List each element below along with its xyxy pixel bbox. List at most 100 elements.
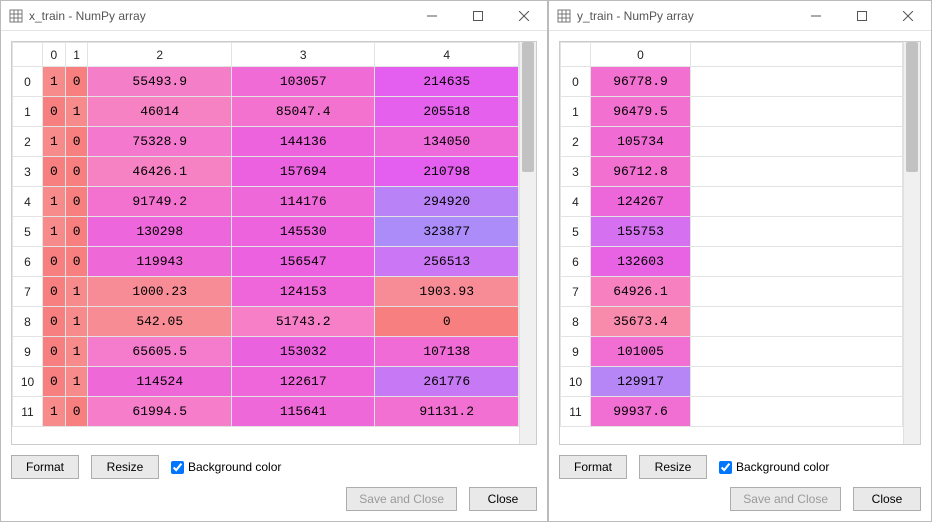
data-cell[interactable]: 323877	[375, 217, 519, 247]
row-header[interactable]: 1	[561, 97, 591, 127]
data-cell[interactable]: 96479.5	[591, 97, 691, 127]
data-cell[interactable]: 1903.93	[375, 277, 519, 307]
column-header[interactable]: 1	[65, 43, 88, 67]
data-cell[interactable]: 1	[65, 277, 88, 307]
data-cell[interactable]: 124153	[231, 277, 375, 307]
data-cell[interactable]: 145530	[231, 217, 375, 247]
row-header[interactable]: 1	[13, 97, 43, 127]
data-cell[interactable]: 103057	[231, 67, 375, 97]
data-cell[interactable]: 0	[43, 337, 66, 367]
column-header[interactable]: 0	[591, 43, 691, 67]
data-cell[interactable]: 0	[43, 307, 66, 337]
data-cell[interactable]: 1000.23	[88, 277, 232, 307]
scroll-thumb[interactable]	[906, 42, 918, 172]
row-header[interactable]: 9	[561, 337, 591, 367]
background-color-checkbox[interactable]: Background color	[719, 460, 829, 474]
data-cell[interactable]: 0	[65, 67, 88, 97]
format-button[interactable]: Format	[11, 455, 79, 479]
close-button[interactable]	[501, 1, 547, 30]
data-cell[interactable]: 0	[65, 247, 88, 277]
data-cell[interactable]: 205518	[375, 97, 519, 127]
column-header[interactable]: 0	[43, 43, 66, 67]
resize-button[interactable]: Resize	[639, 455, 707, 479]
close-button[interactable]	[885, 1, 931, 30]
data-cell[interactable]: 105734	[591, 127, 691, 157]
row-header[interactable]: 5	[13, 217, 43, 247]
data-cell[interactable]: 55493.9	[88, 67, 232, 97]
data-cell[interactable]: 46426.1	[88, 157, 232, 187]
data-cell[interactable]: 107138	[375, 337, 519, 367]
data-cell[interactable]: 124267	[591, 187, 691, 217]
scroll-thumb[interactable]	[522, 42, 534, 172]
data-cell[interactable]: 0	[43, 277, 66, 307]
minimize-button[interactable]	[793, 1, 839, 30]
background-color-checkbox[interactable]: Background color	[171, 460, 281, 474]
array-grid[interactable]: 0096778.9196479.52105734396712.841242675…	[560, 42, 903, 427]
close-window-button[interactable]: Close	[853, 487, 921, 511]
row-header[interactable]: 0	[13, 67, 43, 97]
data-cell[interactable]: 1	[65, 307, 88, 337]
data-cell[interactable]: 261776	[375, 367, 519, 397]
row-header[interactable]: 2	[561, 127, 591, 157]
row-header[interactable]: 10	[13, 367, 43, 397]
row-header[interactable]: 9	[13, 337, 43, 367]
data-cell[interactable]: 35673.4	[591, 307, 691, 337]
data-cell[interactable]: 144136	[231, 127, 375, 157]
data-cell[interactable]: 64926.1	[591, 277, 691, 307]
data-cell[interactable]: 96778.9	[591, 67, 691, 97]
data-cell[interactable]: 1	[65, 367, 88, 397]
array-grid[interactable]: 0123401055493.91030572146351014601485047…	[12, 42, 519, 427]
data-cell[interactable]: 156547	[231, 247, 375, 277]
data-cell[interactable]: 0	[375, 307, 519, 337]
data-cell[interactable]: 134050	[375, 127, 519, 157]
data-cell[interactable]: 1	[65, 337, 88, 367]
data-cell[interactable]: 157694	[231, 157, 375, 187]
data-cell[interactable]: 1	[43, 397, 66, 427]
row-header[interactable]: 2	[13, 127, 43, 157]
row-header[interactable]: 10	[561, 367, 591, 397]
data-cell[interactable]: 1	[43, 67, 66, 97]
data-cell[interactable]: 155753	[591, 217, 691, 247]
row-header[interactable]: 4	[13, 187, 43, 217]
data-cell[interactable]: 1	[43, 127, 66, 157]
data-cell[interactable]: 0	[43, 97, 66, 127]
row-header[interactable]: 11	[561, 397, 591, 427]
data-cell[interactable]: 115641	[231, 397, 375, 427]
row-header[interactable]: 0	[561, 67, 591, 97]
data-cell[interactable]: 114176	[231, 187, 375, 217]
data-cell[interactable]: 0	[65, 157, 88, 187]
data-cell[interactable]: 1	[65, 97, 88, 127]
data-cell[interactable]: 61994.5	[88, 397, 232, 427]
row-header[interactable]: 3	[561, 157, 591, 187]
row-header[interactable]: 11	[13, 397, 43, 427]
save-and-close-button[interactable]: Save and Close	[346, 487, 457, 511]
row-header[interactable]: 8	[13, 307, 43, 337]
data-cell[interactable]: 85047.4	[231, 97, 375, 127]
data-cell[interactable]: 75328.9	[88, 127, 232, 157]
data-cell[interactable]: 0	[43, 247, 66, 277]
row-header[interactable]: 6	[13, 247, 43, 277]
data-cell[interactable]: 65605.5	[88, 337, 232, 367]
resize-button[interactable]: Resize	[91, 455, 159, 479]
format-button[interactable]: Format	[559, 455, 627, 479]
data-cell[interactable]: 91749.2	[88, 187, 232, 217]
data-cell[interactable]: 0	[65, 187, 88, 217]
data-cell[interactable]: 122617	[231, 367, 375, 397]
vertical-scrollbar[interactable]	[903, 42, 920, 444]
data-cell[interactable]: 129917	[591, 367, 691, 397]
row-header[interactable]: 5	[561, 217, 591, 247]
vertical-scrollbar[interactable]	[519, 42, 536, 444]
data-cell[interactable]: 0	[43, 367, 66, 397]
column-header[interactable]: 4	[375, 43, 519, 67]
row-header[interactable]: 4	[561, 187, 591, 217]
data-cell[interactable]: 119943	[88, 247, 232, 277]
data-cell[interactable]: 0	[43, 157, 66, 187]
column-header[interactable]: 2	[88, 43, 232, 67]
row-header[interactable]: 6	[561, 247, 591, 277]
data-cell[interactable]: 1	[43, 187, 66, 217]
column-header[interactable]: 3	[231, 43, 375, 67]
data-cell[interactable]: 114524	[88, 367, 232, 397]
maximize-button[interactable]	[839, 1, 885, 30]
data-cell[interactable]: 91131.2	[375, 397, 519, 427]
data-cell[interactable]: 153032	[231, 337, 375, 367]
